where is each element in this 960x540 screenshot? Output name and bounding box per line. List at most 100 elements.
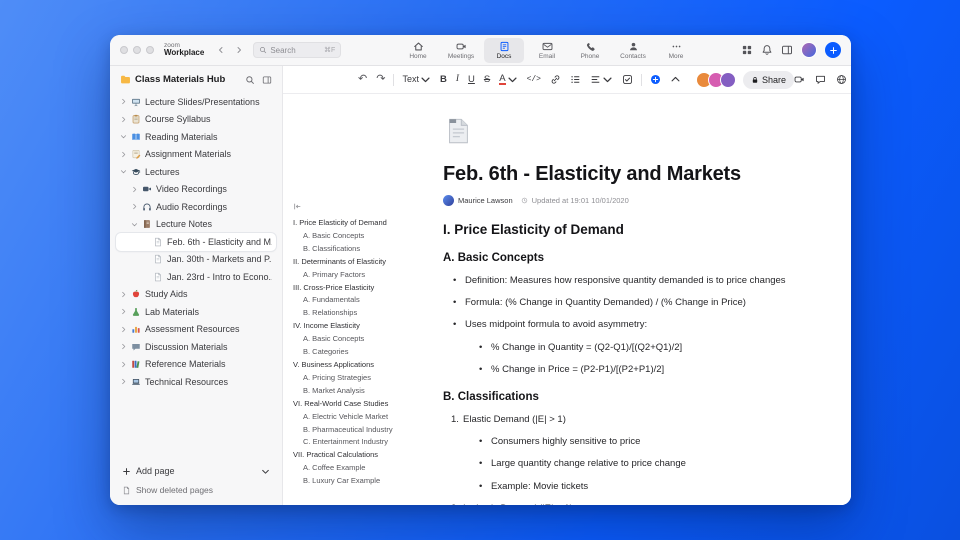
- sidebar-item[interactable]: Feb. 6th - Elasticity and M...: [116, 233, 276, 251]
- sidebar-item[interactable]: Lectures: [116, 163, 276, 181]
- apps-icon[interactable]: [741, 44, 753, 56]
- outline-item[interactable]: III. Cross-Price Elasticity: [293, 282, 443, 295]
- sidebar-item[interactable]: Reference Materials: [116, 356, 276, 374]
- outline-item[interactable]: B. Relationships: [293, 307, 443, 320]
- sidebar-item[interactable]: Lecture Notes: [116, 216, 276, 234]
- sidebar-item[interactable]: Video Recordings: [116, 181, 276, 199]
- doc-heading[interactable]: A. Basic Concepts: [443, 252, 843, 264]
- doc-bullet-item[interactable]: • Formula: (% Change in Quantity Demanded…: [443, 297, 843, 309]
- language-icon[interactable]: [836, 74, 847, 85]
- chevron-right-icon[interactable]: [120, 326, 127, 333]
- document-title[interactable]: Feb. 6th - Elasticity and Markets: [443, 163, 843, 186]
- chevron-right-icon[interactable]: [120, 98, 127, 105]
- video-call-icon[interactable]: [794, 74, 805, 85]
- sidebar-item[interactable]: Assignment Materials: [116, 146, 276, 164]
- sidebar-search-icon[interactable]: [245, 75, 255, 85]
- outline-item[interactable]: A. Primary Factors: [293, 269, 443, 282]
- redo-button[interactable]: ↷: [375, 71, 386, 89]
- add-page-button[interactable]: Add page: [122, 466, 270, 476]
- outline-item[interactable]: V. Business Applications: [293, 359, 443, 372]
- link-button[interactable]: [549, 71, 562, 89]
- chevron-right-icon[interactable]: [131, 203, 138, 210]
- sidebar-item[interactable]: Course Syllabus: [116, 111, 276, 129]
- outline-item[interactable]: A. Basic Concepts: [293, 333, 443, 346]
- doc-bullet-item[interactable]: • Definition: Measures how responsive qua…: [443, 275, 843, 287]
- chevron-down-icon[interactable]: [120, 168, 127, 175]
- doc-heading[interactable]: I. Price Elasticity of Demand: [443, 222, 843, 237]
- outline-item[interactable]: VII. Practical Calculations: [293, 449, 443, 462]
- outline-item[interactable]: B. Pharmaceutical Industry: [293, 424, 443, 437]
- outline-item[interactable]: A. Electric Vehicle Market: [293, 411, 443, 424]
- sidebar-item[interactable]: Reading Materials: [116, 128, 276, 146]
- chevron-right-icon[interactable]: [120, 291, 127, 298]
- minimize-window-button[interactable]: [133, 46, 141, 54]
- doc-bullet-item[interactable]: • Large quantity change relative to price…: [443, 459, 843, 470]
- notifications-icon[interactable]: [761, 44, 773, 56]
- sidebar-collapse-icon[interactable]: [262, 75, 272, 85]
- tab-contacts[interactable]: Contacts: [613, 38, 653, 63]
- outline-item[interactable]: B. Luxury Car Example: [293, 475, 443, 488]
- checklist-button[interactable]: [621, 71, 634, 89]
- outline-item[interactable]: II. Determinants of Elasticity: [293, 256, 443, 269]
- chevron-right-icon[interactable]: [131, 186, 138, 193]
- chevron-right-icon[interactable]: [120, 151, 127, 158]
- outline-item[interactable]: I. Price Elasticity of Demand: [293, 217, 443, 230]
- chevron-right-icon[interactable]: [120, 308, 127, 315]
- bulleted-list-button[interactable]: [569, 71, 582, 89]
- italic-button[interactable]: I: [455, 71, 460, 89]
- back-button[interactable]: [214, 44, 227, 57]
- chevron-down-icon[interactable]: [261, 467, 270, 476]
- outline-item[interactable]: IV. Income Elasticity: [293, 320, 443, 333]
- outline-item[interactable]: A. Fundamentals: [293, 294, 443, 307]
- outline-item[interactable]: VI. Real-World Case Studies: [293, 398, 443, 411]
- collapse-outline-icon[interactable]: [293, 202, 302, 211]
- maximize-window-button[interactable]: [146, 46, 154, 54]
- insert-button[interactable]: [649, 71, 662, 89]
- outline-item[interactable]: B. Classifications: [293, 243, 443, 256]
- tab-home[interactable]: Home: [398, 38, 438, 63]
- collaborator-avatar[interactable]: [719, 71, 736, 88]
- text-color-button[interactable]: A: [498, 71, 518, 89]
- sidebar-item[interactable]: Audio Recordings: [116, 198, 276, 216]
- collapse-toolbar-button[interactable]: [669, 71, 682, 89]
- chevron-right-icon[interactable]: [120, 116, 127, 123]
- forward-button[interactable]: [232, 44, 245, 57]
- chevron-right-icon[interactable]: [120, 378, 127, 385]
- outline-item[interactable]: C. Entertainment Industry: [293, 436, 443, 449]
- sidebar-item[interactable]: Jan. 23rd - Intro to Econo...: [116, 268, 276, 286]
- align-button[interactable]: [589, 71, 614, 89]
- chevron-down-icon[interactable]: [131, 221, 138, 228]
- close-window-button[interactable]: [120, 46, 128, 54]
- show-deleted-pages-button[interactable]: Show deleted pages: [122, 485, 270, 495]
- user-avatar[interactable]: [801, 42, 817, 58]
- tab-email[interactable]: Email: [527, 38, 567, 63]
- doc-bullet-item[interactable]: • % Change in Price = (P2-P1)/[(P2+P1)/2]: [443, 364, 843, 376]
- chevron-right-icon[interactable]: [120, 361, 127, 368]
- tab-more[interactable]: More: [656, 38, 696, 63]
- bold-button[interactable]: B: [439, 71, 448, 89]
- sidebar-item[interactable]: Technical Resources: [116, 373, 276, 391]
- outline-item[interactable]: A. Coffee Example: [293, 462, 443, 475]
- outline-item[interactable]: B. Market Analysis: [293, 385, 443, 398]
- underline-button[interactable]: U: [467, 71, 476, 89]
- doc-bullet-item[interactable]: • Uses midpoint formula to avoid asymmetr…: [443, 319, 843, 331]
- code-button[interactable]: </>: [526, 71, 542, 89]
- doc-numbered-item[interactable]: 1. Elastic Demand (|E| > 1): [443, 414, 843, 426]
- share-button[interactable]: Share: [742, 70, 794, 89]
- doc-bullet-item[interactable]: • Consumers highly sensitive to price: [443, 436, 843, 448]
- strikethrough-button[interactable]: S: [483, 71, 491, 89]
- sidebar-item[interactable]: Discussion Materials: [116, 338, 276, 356]
- tab-meetings[interactable]: Meetings: [441, 38, 481, 63]
- tab-docs[interactable]: Docs: [484, 37, 524, 63]
- sidebar-item[interactable]: Assessment Resources: [116, 321, 276, 339]
- sidebar-item[interactable]: Lecture Slides/Presentations: [116, 93, 276, 111]
- text-style-button[interactable]: Text: [401, 71, 432, 89]
- comments-icon[interactable]: [815, 74, 826, 85]
- doc-bullet-item[interactable]: • % Change in Quantity = (Q2-Q1)/[(Q2+Q1)…: [443, 342, 843, 354]
- new-item-plus-button[interactable]: [825, 42, 841, 58]
- sidebar-item[interactable]: Jan. 30th - Markets and P...: [116, 251, 276, 269]
- doc-numbered-item[interactable]: 2.Inelastic Demand (|E| < 1): [443, 503, 843, 505]
- outline-item[interactable]: A. Basic Concepts: [293, 230, 443, 243]
- doc-heading[interactable]: B. Classifications: [443, 391, 843, 403]
- chevron-down-icon[interactable]: [120, 133, 127, 140]
